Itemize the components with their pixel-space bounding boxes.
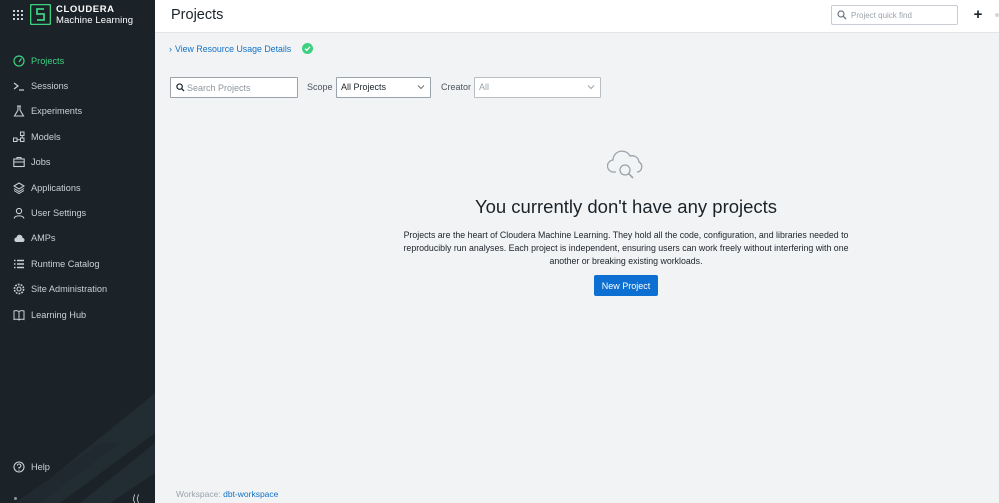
empty-state-title: You currently don't have any projects [474,196,778,217]
new-project-button[interactable]: New Project [594,275,658,296]
list-icon [13,258,25,270]
creator-selected-value: All [479,82,490,92]
empty-state-description: Projects are the heart of Cloudera Machi… [403,230,849,266]
chevron-down-icon [587,85,595,90]
gear-icon [13,283,25,295]
project-quick-find-input[interactable] [851,8,955,22]
sidebar-item-applications[interactable]: Applications [0,175,155,200]
top-header: Projects + [155,0,999,33]
flask-icon [13,105,25,118]
view-resource-usage-label: View Resource Usage Details [175,43,292,54]
search-icon [176,83,185,92]
cloudera-logo-icon[interactable] [30,4,51,25]
sidebar-item-label: Runtime Catalog [31,258,100,269]
book-icon [13,309,25,321]
projects-gauge-icon [13,55,25,67]
chevron-right-icon: › [169,43,172,54]
terminal-prompt-icon [13,80,25,92]
creator-label: Creator [441,82,472,92]
header-edge-dot [995,13,999,17]
help-label: Help [31,462,50,472]
workspace-footer: Workspace: dbt-workspace [176,489,278,499]
collapse-sidebar-icon[interactable]: ⟨⟨ [132,494,140,503]
briefcase-icon [13,156,25,168]
brand: CLOUDERA Machine Learning [0,0,155,30]
view-resource-usage-link[interactable]: › View Resource Usage Details [169,43,314,54]
sidebar-item-label: Jobs [31,157,51,168]
sidebar-item-user-settings[interactable]: User Settings [0,200,155,225]
search-projects-field[interactable] [170,77,298,98]
sidebar-item-site-administration[interactable]: Site Administration [0,277,155,302]
sidebar-item-learning-hub[interactable]: Learning Hub [0,302,155,327]
app-switcher-icon[interactable] [13,10,23,20]
sidebar-item-label: Applications [31,182,81,193]
sidebar-item-label: User Settings [31,208,87,219]
sidebar-item-jobs[interactable]: Jobs [0,150,155,175]
sidebar-item-label: Experiments [31,106,83,117]
cloud-search-icon [607,150,643,179]
project-quick-find[interactable] [831,5,958,25]
sidebar-item-label: Models [31,131,61,142]
sidebar-item-sessions[interactable]: Sessions [0,73,155,98]
sidebar-item-label: Projects [31,55,65,66]
sidebar-item-models[interactable]: Models [0,124,155,149]
search-icon [837,10,847,20]
scope-label: Scope [307,82,333,92]
sidebar-item-experiments[interactable]: Experiments [0,99,155,124]
sidebar-item-projects[interactable]: Projects [0,48,155,73]
models-nodes-icon [13,131,25,143]
workspace-name-link[interactable]: dbt-workspace [223,489,278,499]
workspace-label: Workspace: [176,489,221,499]
sidebar-dot [14,497,17,500]
page-title: Projects [171,7,224,23]
layers-icon [13,181,25,194]
brand-name: CLOUDERA Machine Learning [56,4,134,26]
sidebar-item-label: Learning Hub [31,309,87,320]
sidebar-item-help[interactable]: Help [13,461,50,473]
check-circle-icon [302,43,314,54]
search-projects-input[interactable] [187,81,295,95]
cloud-icon [13,232,25,244]
sidebar-nav: Projects Sessions Experiments Models Job… [0,48,155,327]
chevron-down-icon [417,85,425,90]
sidebar-item-label: Sessions [31,81,69,92]
add-button[interactable]: + [971,7,985,23]
sidebar-decoration [15,393,155,503]
sidebar-item-amps[interactable]: AMPs [0,226,155,251]
help-circle-icon [13,461,25,473]
scope-selected-value: All Projects [341,82,387,92]
sidebar: CLOUDERA Machine Learning Projects Sessi… [0,0,155,503]
scope-select[interactable]: All Projects [336,77,431,98]
sidebar-item-runtime-catalog[interactable]: Runtime Catalog [0,251,155,276]
user-icon [13,207,25,219]
creator-select[interactable]: All [474,77,601,98]
sidebar-item-label: Site Administration [31,284,108,295]
sidebar-item-label: AMPs [31,233,56,244]
